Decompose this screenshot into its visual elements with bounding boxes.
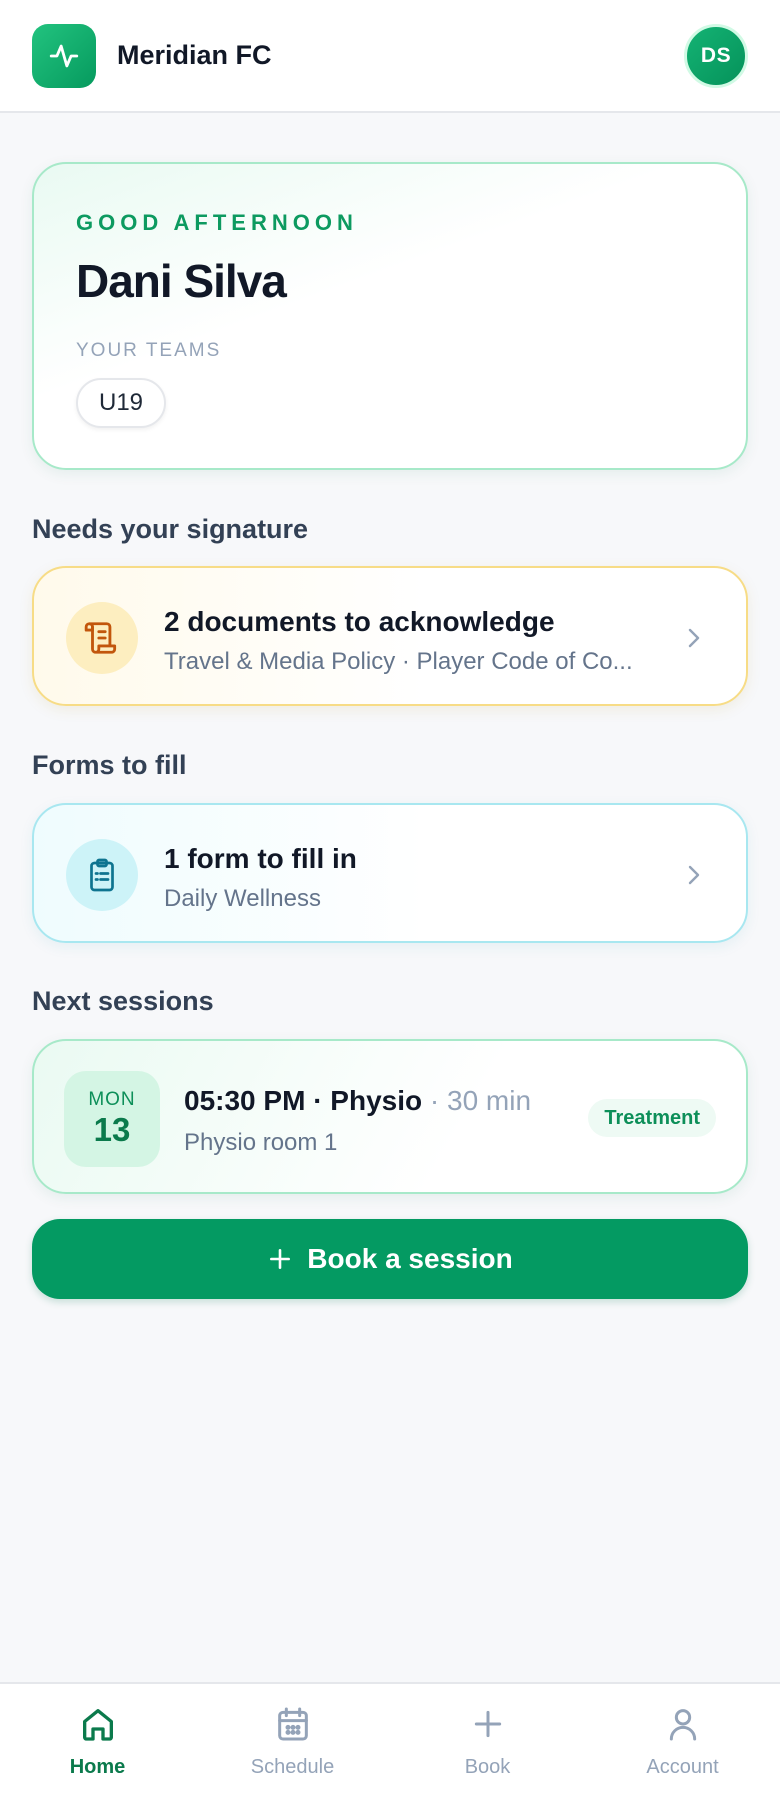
clipboard-icon (66, 839, 138, 911)
chevron-right-icon (688, 628, 700, 648)
forms-section-title: Forms to fill (32, 750, 187, 780)
plus-icon (474, 1710, 501, 1738)
chevron-right-icon (688, 865, 700, 885)
activity-icon (32, 24, 96, 88)
signature-title: 2 documents to acknowledge (164, 606, 555, 637)
form-title: 1 form to fill in (164, 843, 357, 874)
session-separator: · (313, 1085, 323, 1116)
session-date: MON 13 (64, 1071, 160, 1167)
book-session-button[interactable]: Book a session (32, 1219, 748, 1299)
nav-label-account: Account (646, 1756, 719, 1778)
nav-label-schedule: Schedule (250, 1756, 335, 1778)
app-title: Meridian FC (117, 40, 272, 70)
nav-item-schedule[interactable]: Schedule (195, 1684, 390, 1800)
nav-item-book[interactable]: Book (390, 1684, 585, 1800)
greeting-card: GOOD AFTERNOON Dani Silva YOUR TEAMS U19 (32, 162, 748, 470)
teams-label: YOUR TEAMS (76, 340, 222, 361)
session-summary: 05:30 PM · Physio · 30 min (184, 1085, 531, 1117)
user-icon (669, 1709, 696, 1741)
session-duration: 30 min (447, 1085, 532, 1116)
session-type-badge: Treatment (588, 1099, 716, 1137)
scroll-icon (66, 602, 138, 674)
user-name: Dani Silva (76, 255, 287, 307)
signature-card[interactable]: 2 documents to acknowledge Travel & Medi… (32, 566, 748, 706)
book-session-label: Book a session (307, 1243, 513, 1274)
sessions-section-title: Next sessions (32, 986, 214, 1016)
greeting-eyebrow: GOOD AFTERNOON (76, 210, 358, 235)
app-screen: Meridian FC DS GOOD AFTERNOON Dani Silva… (0, 0, 780, 1800)
nav-label-book: Book (464, 1756, 511, 1778)
session-weekday: MON (88, 1089, 136, 1110)
app-header: Meridian FC DS (0, 0, 780, 113)
avatar[interactable]: DS (684, 24, 748, 88)
session-duration-separator: · (429, 1085, 440, 1116)
signature-subtitle: Travel & Media Policy · Player Code of C… (164, 648, 633, 675)
session-location: Physio room 1 (184, 1129, 338, 1156)
plus-icon (270, 1249, 291, 1269)
calendar-icon (277, 1707, 308, 1741)
session-time: 05:30 PM (184, 1085, 306, 1116)
nav-label-home: Home (69, 1756, 126, 1778)
team-chip[interactable]: U19 (76, 378, 166, 428)
session-day: 13 (93, 1111, 131, 1148)
form-card[interactable]: 1 form to fill in Daily Wellness (32, 803, 748, 943)
nav-item-account[interactable]: Account (585, 1684, 780, 1800)
form-subtitle: Daily Wellness (164, 885, 321, 912)
nav-item-home[interactable]: Home (0, 1684, 195, 1800)
session-name: Physio (330, 1085, 423, 1116)
signature-section-title: Needs your signature (32, 514, 309, 544)
session-card[interactable]: MON 13 05:30 PM · Physio · 30 min Physio… (32, 1039, 748, 1194)
home-icon (82, 1709, 113, 1741)
bottom-nav: Home Schedule Book Account (0, 1682, 780, 1800)
